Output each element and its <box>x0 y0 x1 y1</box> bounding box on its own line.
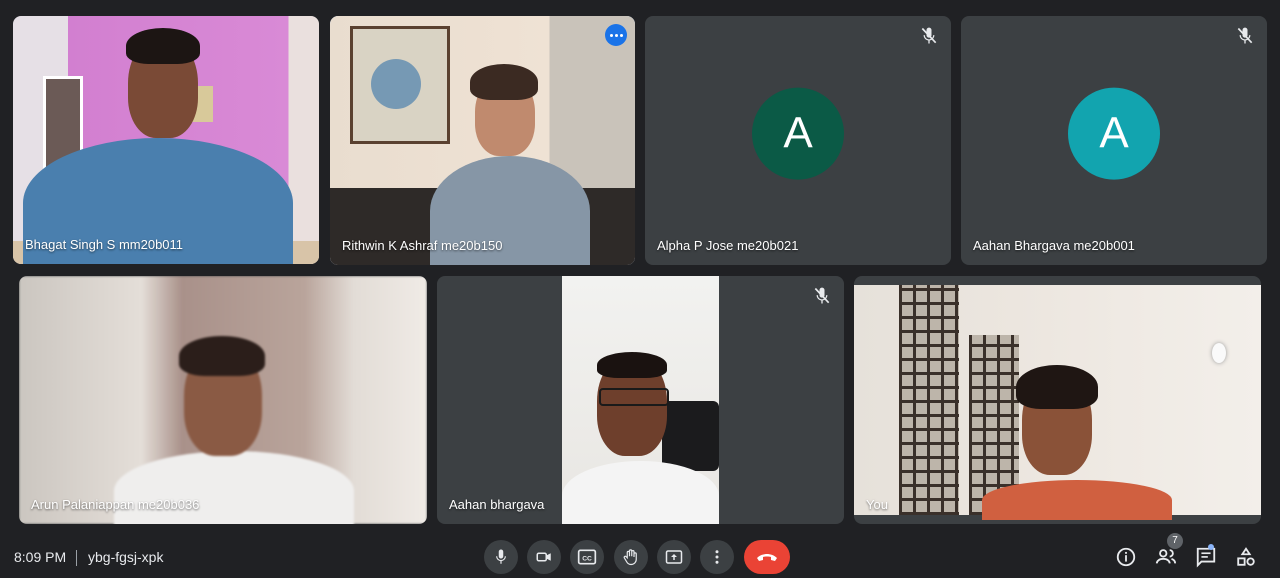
captions-icon: CC <box>577 549 597 565</box>
participant-tile-arun[interactable]: Arun Palaniappan me20b036 <box>19 276 427 524</box>
participant-tile-you[interactable]: You <box>854 276 1261 524</box>
chair <box>662 401 719 471</box>
participant-name: Aahan Bhargava me20b001 <box>973 238 1135 253</box>
person-hair <box>597 352 667 378</box>
participant-name: You <box>866 497 888 512</box>
present-button[interactable] <box>657 540 691 574</box>
captions-button[interactable]: CC <box>570 540 604 574</box>
person-body <box>114 451 354 524</box>
more-options-icon <box>715 550 719 564</box>
avatar: A <box>752 87 844 180</box>
info-icon[interactable] <box>1115 546 1137 568</box>
activities-icon[interactable] <box>1235 546 1257 568</box>
camera-icon <box>536 552 551 562</box>
participant-tile-alpha[interactable]: A Alpha P Jose me20b021 <box>645 16 951 265</box>
camera-button[interactable] <box>527 540 561 574</box>
participant-name: Aahan bhargava <box>449 497 545 512</box>
mic-off-icon <box>1237 27 1253 44</box>
present-icon <box>665 550 683 564</box>
clock: 8:09 PM <box>14 549 67 565</box>
chat-notification-dot <box>1208 544 1214 550</box>
end-call-button[interactable] <box>744 540 790 574</box>
more-options-button[interactable] <box>605 24 627 46</box>
more-options-button[interactable] <box>700 540 734 574</box>
participant-tile-rithwin[interactable]: Rithwin K Ashraf me20b150 <box>330 16 635 265</box>
divider <box>76 550 77 566</box>
wall-painting <box>350 26 450 144</box>
mic-button[interactable] <box>484 540 518 574</box>
mic-icon <box>496 549 506 564</box>
meeting-code: ybg-fgsj-xpk <box>88 549 164 565</box>
participant-tile-aahan-video[interactable]: Aahan bhargava <box>437 276 844 524</box>
avatar: A <box>1068 87 1160 180</box>
shirt-print <box>113 191 233 221</box>
participant-name: Rithwin K Ashraf me20b150 <box>342 238 503 253</box>
video-feed <box>13 16 319 264</box>
raise-hand-button[interactable] <box>614 540 648 574</box>
mic-off-icon <box>921 27 937 44</box>
video-feed <box>854 285 1261 520</box>
wall-light <box>1212 343 1226 363</box>
svg-text:CC: CC <box>582 555 592 562</box>
chat-icon[interactable] <box>1195 546 1217 568</box>
end-call-icon <box>757 554 777 561</box>
participant-name: Alpha P Jose me20b021 <box>657 238 799 253</box>
mic-off-icon <box>814 287 830 304</box>
glasses <box>599 388 669 406</box>
video-feed <box>562 276 719 524</box>
people-icon[interactable] <box>1155 546 1177 568</box>
person-hair <box>179 336 265 376</box>
person-hair <box>470 64 538 100</box>
raise-hand-icon <box>623 549 637 566</box>
person-body <box>562 461 719 524</box>
participant-tile-bhagat[interactable]: Bhagat Singh S mm20b011 <box>13 16 319 264</box>
window-grill <box>899 285 959 515</box>
participants-count-badge: 7 <box>1167 533 1183 549</box>
video-feed <box>330 16 635 265</box>
person-body <box>982 480 1172 520</box>
video-feed <box>19 276 427 524</box>
participant-name: Bhagat Singh S mm20b011 <box>25 237 184 252</box>
person-hair <box>126 28 200 64</box>
participant-name: Arun Palaniappan me20b036 <box>31 497 200 512</box>
participant-tile-aahan[interactable]: A Aahan Bhargava me20b001 <box>961 16 1267 265</box>
person-hair <box>1016 365 1098 409</box>
